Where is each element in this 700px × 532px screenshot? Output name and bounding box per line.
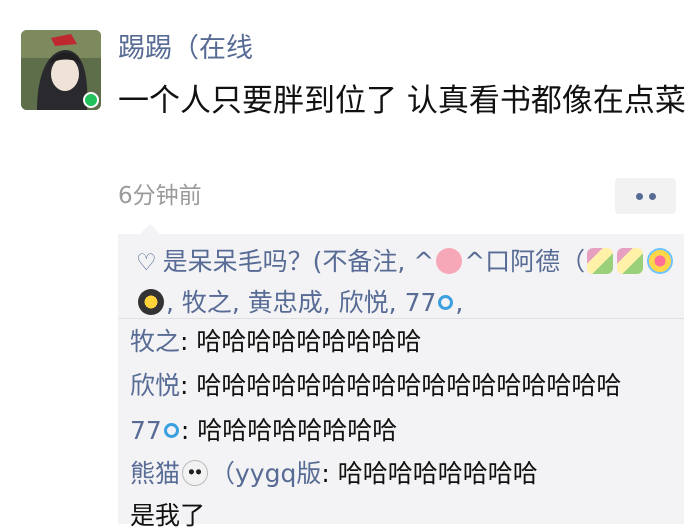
comment-author[interactable]: 牧之 bbox=[130, 327, 180, 356]
comment-text: 哈哈哈哈哈哈哈哈 bbox=[337, 459, 538, 488]
likes-comments-panel: ♡ 是呆呆毛吗？(不备注, ^ ^口阿德（ , 牧之, 黄忠成, 欣悦, 77, 牧之… bbox=[118, 234, 684, 530]
more-button[interactable] bbox=[615, 178, 676, 214]
comment-author[interactable]: 77 bbox=[130, 416, 162, 445]
comment-author-suffix[interactable]: （yygq版 bbox=[210, 459, 321, 488]
comment-row[interactable]: 牧之: 哈哈哈哈哈哈哈哈哈 bbox=[130, 326, 680, 358]
likes-text-2[interactable]: ^口阿德（ bbox=[464, 247, 585, 276]
panda-emoji bbox=[182, 460, 209, 486]
post-text: 一个人只要胖到位了 认真看书都像在点菜 bbox=[118, 83, 686, 119]
more-icon-dot bbox=[648, 192, 656, 200]
username[interactable]: 踢踢（在线 bbox=[118, 31, 253, 67]
comment-separator: : bbox=[180, 327, 197, 356]
comment-author[interactable]: 欣悦 bbox=[130, 371, 180, 400]
ring-emoji bbox=[438, 295, 454, 310]
skewer-emoji-2 bbox=[617, 248, 644, 274]
comment-row[interactable]: 是我了 bbox=[130, 500, 680, 532]
comment-row[interactable]: 77: 哈哈哈哈哈哈哈哈 bbox=[130, 415, 680, 447]
online-status-icon bbox=[83, 92, 99, 108]
comment-separator: : bbox=[321, 459, 338, 488]
avatar[interactable] bbox=[21, 30, 101, 110]
comment-text: 哈哈哈哈哈哈哈哈 bbox=[197, 416, 398, 445]
pig-emoji bbox=[436, 248, 463, 274]
comment-row[interactable]: 欣悦: 哈哈哈哈哈哈哈哈哈哈哈哈哈哈哈哈哈 bbox=[130, 370, 680, 402]
likes-list: ♡ 是呆呆毛吗？(不备注, ^ ^口阿德（ , 牧之, 黄忠成, 欣悦, 77, bbox=[136, 242, 676, 323]
comment-text: 是我了 bbox=[130, 501, 206, 530]
comment-row[interactable]: 熊猫 （yygq版: 哈哈哈哈哈哈哈哈 bbox=[130, 458, 680, 490]
likes-text-1[interactable]: 是呆呆毛吗？(不备注, ^ bbox=[163, 247, 435, 276]
frying-pan-emoji bbox=[138, 289, 164, 315]
heart-icon: ♡ bbox=[136, 250, 157, 276]
likes-text-3[interactable]: , 牧之, 黄忠成, 欣悦, 77 bbox=[166, 288, 436, 317]
divider bbox=[118, 318, 684, 319]
lollipop-emoji bbox=[647, 248, 674, 274]
comment-text: 哈哈哈哈哈哈哈哈哈 bbox=[196, 327, 422, 356]
comment-separator: : bbox=[180, 416, 198, 445]
ring-emoji bbox=[163, 423, 179, 438]
more-icon bbox=[635, 192, 643, 200]
likes-text-4: , bbox=[455, 288, 464, 317]
post-time: 6分钟前 bbox=[118, 183, 202, 209]
comment-author[interactable]: 熊猫 bbox=[130, 459, 180, 488]
panel-caret bbox=[140, 224, 160, 234]
skewer-emoji bbox=[587, 248, 614, 274]
comment-text: 哈哈哈哈哈哈哈哈哈哈哈哈哈哈哈哈哈 bbox=[196, 371, 622, 400]
comment-separator: : bbox=[180, 371, 197, 400]
